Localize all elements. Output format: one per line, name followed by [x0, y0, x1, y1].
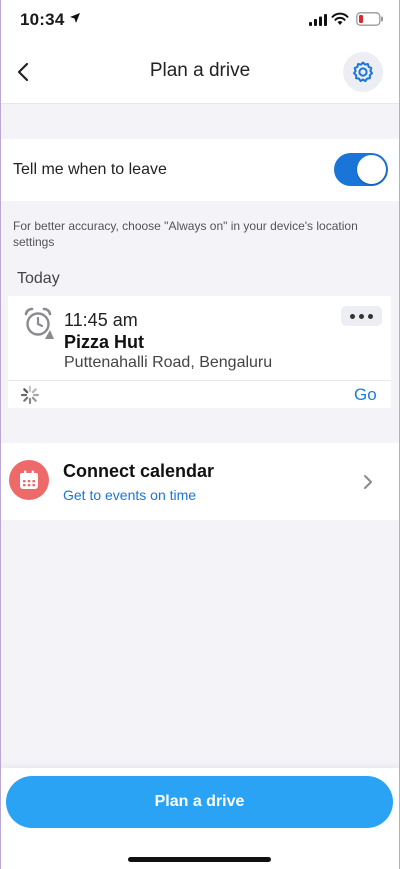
trip-destination-name: Pizza Hut	[64, 332, 145, 352]
toggle-knob	[357, 155, 386, 184]
plan-a-drive-button[interactable]: Plan a drive	[6, 776, 393, 828]
cellular-signal-icon	[309, 14, 327, 26]
trip-destination-address: Puttenahalli Road, Bengaluru	[64, 354, 273, 371]
navigation-bar: Plan a drive	[0, 40, 400, 104]
calendar-icon	[20, 470, 38, 489]
more-dot-icon	[368, 313, 373, 319]
status-bar: 10:34	[0, 0, 400, 40]
battery-icon	[356, 12, 383, 26]
page-title: Plan a drive	[149, 60, 251, 81]
card-divider	[8, 380, 391, 381]
location-hint-text: For better accuracy, choose "Always on" …	[13, 219, 358, 249]
more-dot-icon	[350, 313, 355, 319]
section-header-today: Today	[17, 270, 60, 287]
settings-button[interactable]	[343, 52, 383, 92]
chevron-right-icon	[364, 475, 372, 489]
device-frame	[0, 0, 400, 869]
leave-reminder-toggle[interactable]	[334, 153, 388, 186]
connect-calendar-subtitle: Get to events on time	[63, 487, 197, 503]
gear-icon	[353, 61, 373, 83]
status-time: 10:34	[20, 10, 65, 29]
loading-spinner-icon	[20, 385, 40, 405]
location-arrow-icon	[70, 13, 80, 23]
alarm-clock-icon	[24, 307, 54, 339]
trip-time: 11:45 am	[64, 310, 138, 330]
bottom-action-bar: Plan a drive	[0, 768, 400, 869]
wifi-icon	[331, 12, 349, 25]
connect-calendar-title: Connect calendar	[63, 461, 215, 481]
calendar-icon-badge	[9, 460, 49, 500]
trip-card[interactable]: 11:45 am Pizza Hut Puttenahalli Road, Be…	[8, 296, 391, 408]
go-button[interactable]: Go	[354, 385, 377, 405]
connect-calendar-row[interactable]: Connect calendar Get to events on time	[0, 443, 400, 520]
more-dot-icon	[359, 313, 364, 319]
home-indicator	[128, 857, 271, 862]
leave-reminder-label: Tell me when to leave	[13, 161, 167, 178]
more-options-button[interactable]	[341, 306, 382, 326]
